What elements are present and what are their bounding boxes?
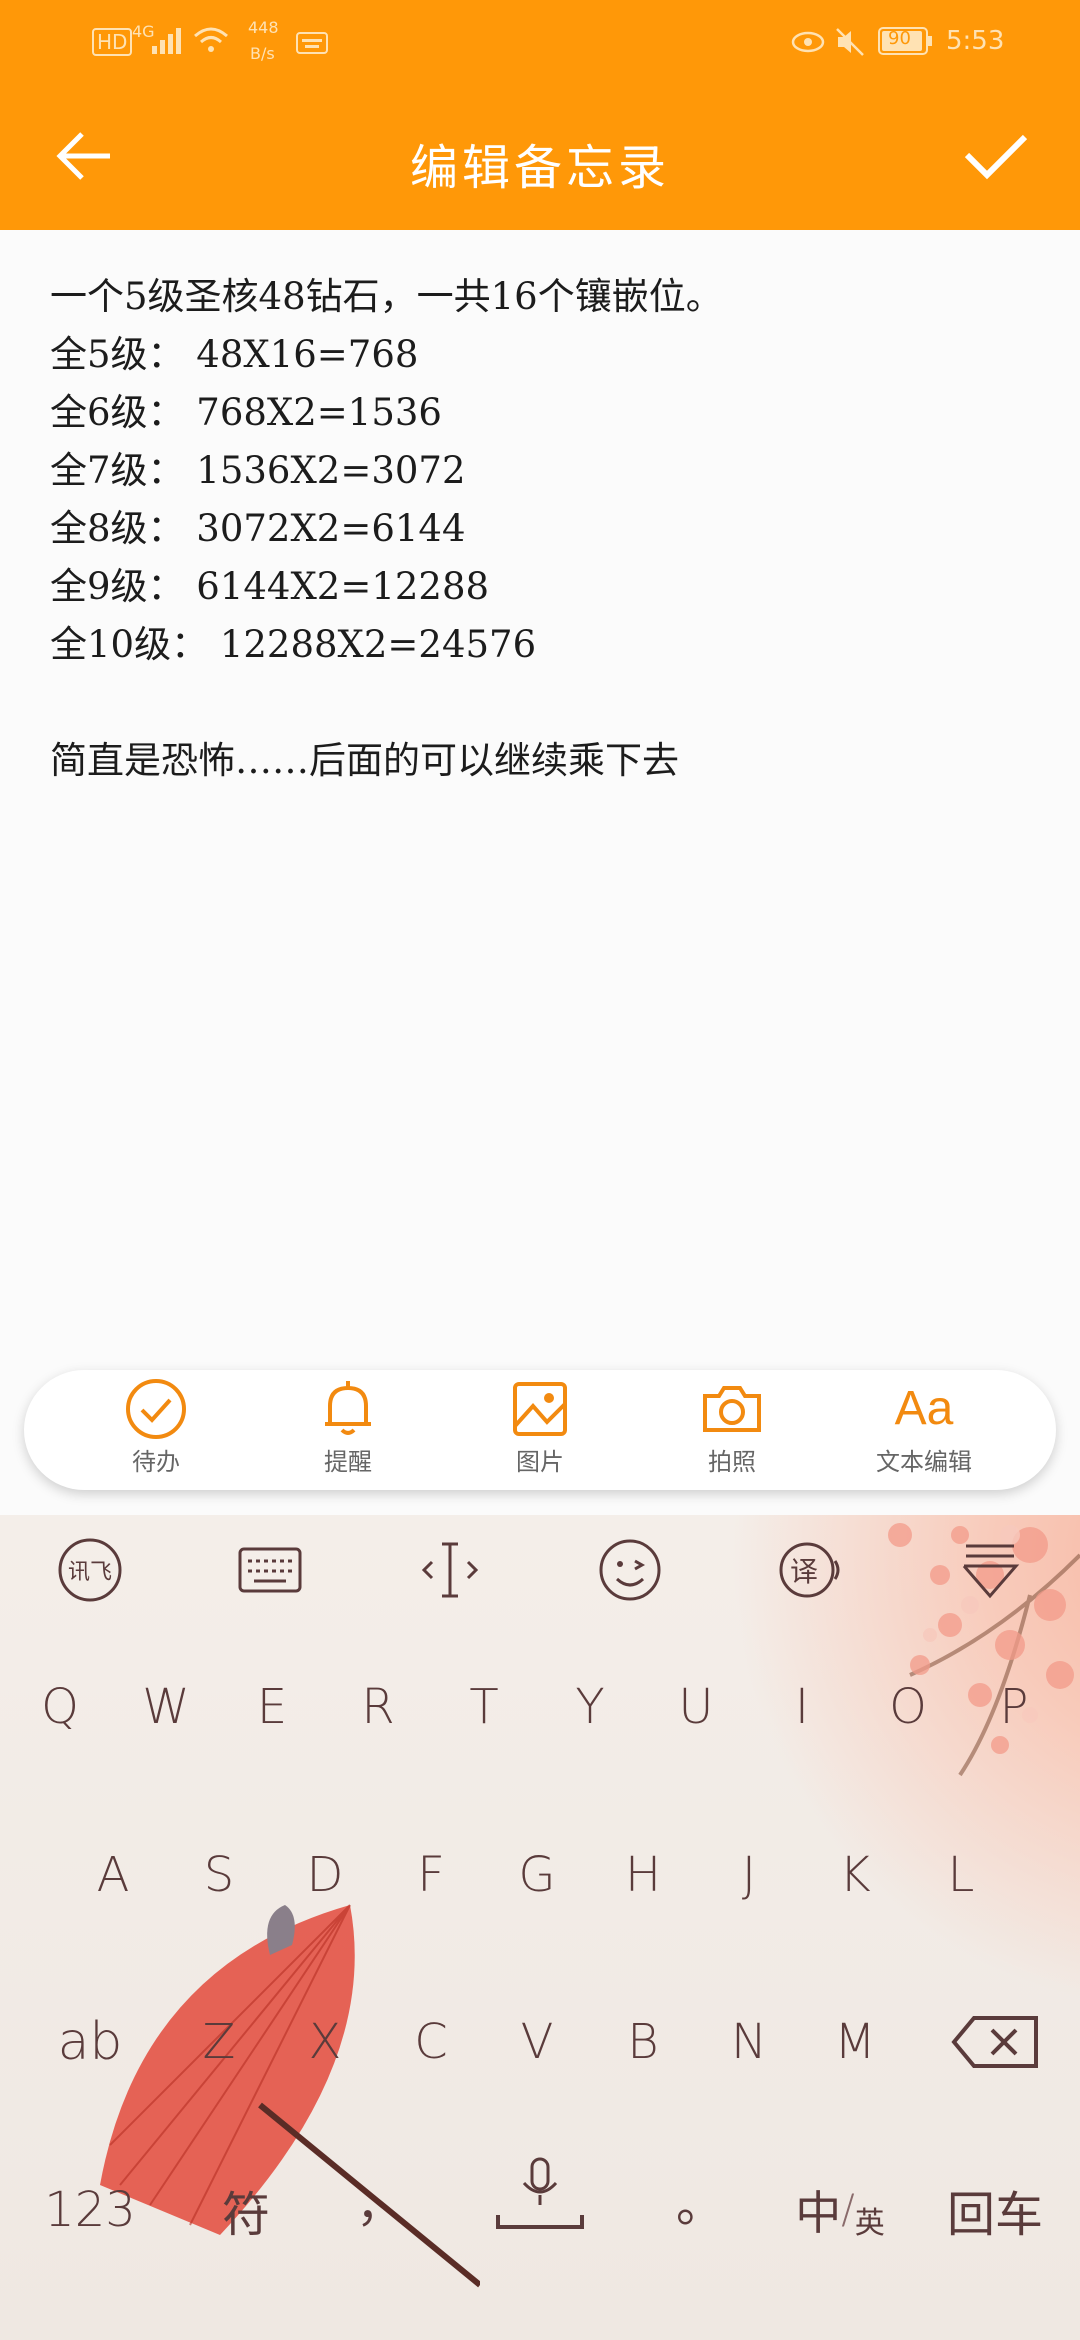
keyboard-switch-button[interactable] bbox=[220, 1520, 320, 1620]
note-line: 全9级： 6144X2=12288 bbox=[50, 565, 490, 608]
clock: 5:53 bbox=[946, 26, 1005, 56]
symbols-key[interactable]: 符 bbox=[196, 2155, 296, 2265]
image-label: 图片 bbox=[516, 1448, 564, 1476]
key-h[interactable]: H bbox=[593, 1820, 693, 1930]
text-format-label: 文本编辑 bbox=[876, 1448, 972, 1476]
translate-text: 译 bbox=[790, 1555, 819, 1588]
eye-comfort-icon bbox=[790, 28, 826, 60]
battery-icon: 90 bbox=[878, 26, 932, 55]
key-c[interactable]: C bbox=[381, 1987, 481, 2097]
keyboard-icon bbox=[238, 1547, 302, 1593]
ifly-logo-text: 讯飞 bbox=[67, 1560, 112, 1585]
key-y[interactable]: Y bbox=[540, 1652, 640, 1762]
comma-key[interactable]: ， bbox=[330, 2145, 430, 2255]
note-line: 全8级： 3072X2=6144 bbox=[50, 507, 466, 550]
cursor-button[interactable] bbox=[400, 1520, 500, 1620]
lang-cn-label: 中 bbox=[795, 2186, 842, 2240]
translate-button[interactable]: 译 bbox=[760, 1520, 860, 1620]
key-z[interactable]: Z bbox=[169, 1987, 269, 2097]
todo-label: 待办 bbox=[132, 1448, 180, 1476]
key-n[interactable]: N bbox=[699, 1987, 799, 2097]
keyboard-status-icon bbox=[296, 32, 328, 58]
lang-divider: / bbox=[841, 2187, 855, 2233]
key-a[interactable]: A bbox=[63, 1820, 163, 1930]
camera-icon bbox=[652, 1376, 812, 1442]
backspace-key[interactable] bbox=[935, 1987, 1055, 2097]
enter-key[interactable]: 回车 bbox=[930, 2155, 1060, 2265]
battery-level: 90 bbox=[888, 28, 911, 49]
key-d[interactable]: D bbox=[275, 1820, 375, 1930]
backspace-icon bbox=[951, 2016, 1038, 2068]
language-switch-key[interactable]: 中 / 英 bbox=[770, 2155, 910, 2265]
key-o[interactable]: O bbox=[858, 1652, 958, 1762]
emoji-button[interactable] bbox=[580, 1520, 680, 1620]
note-line: 全6级： 768X2=1536 bbox=[50, 391, 442, 434]
note-line: 全7级： 1536X2=3072 bbox=[50, 449, 466, 492]
key-k[interactable]: K bbox=[805, 1820, 905, 1930]
note-line: 一个5级圣核48钻石，一共16个镶嵌位。 bbox=[50, 275, 723, 318]
text-format-button[interactable]: Aa 文本编辑 bbox=[844, 1376, 1004, 1486]
collapse-keyboard-icon bbox=[962, 1544, 1020, 1599]
key-g[interactable]: G bbox=[487, 1820, 587, 1930]
key-i[interactable]: I bbox=[752, 1652, 852, 1762]
image-button[interactable]: 图片 bbox=[460, 1376, 620, 1486]
key-t[interactable]: T bbox=[434, 1652, 534, 1762]
key-j[interactable]: J bbox=[699, 1820, 799, 1930]
key-u[interactable]: U bbox=[646, 1652, 746, 1762]
key-b[interactable]: B bbox=[593, 1987, 693, 2097]
note-line: 全10级： 12288X2=24576 bbox=[50, 623, 537, 666]
space-key[interactable] bbox=[460, 2145, 620, 2255]
net-speed-value: 448 bbox=[248, 18, 279, 37]
text-format-icon: Aa bbox=[894, 1382, 954, 1435]
net-speed-unit: B/s bbox=[250, 44, 275, 63]
key-w[interactable]: W bbox=[116, 1652, 216, 1762]
microphone-space-icon bbox=[496, 2157, 584, 2229]
key-f[interactable]: F bbox=[381, 1820, 481, 1930]
note-line: 全5级： 48X16=768 bbox=[50, 333, 419, 376]
hd-badge: HD bbox=[92, 28, 133, 56]
note-toolbar: 待办 提醒 图片 拍照 Aa 文本编辑 bbox=[24, 1370, 1056, 1490]
camera-button[interactable]: 拍照 bbox=[652, 1376, 812, 1486]
shift-case-key[interactable]: ab bbox=[30, 1987, 150, 2097]
key-x[interactable]: X bbox=[275, 1987, 375, 2097]
check-icon bbox=[964, 134, 1028, 180]
wifi-icon bbox=[192, 24, 230, 60]
status-bar: HD 4G 448 B/s 90 5:53 bbox=[0, 0, 1080, 86]
numbers-key[interactable]: 123 bbox=[30, 2155, 150, 2265]
key-q[interactable]: Q bbox=[10, 1652, 110, 1762]
key-p[interactable]: P bbox=[964, 1652, 1064, 1762]
key-r[interactable]: R bbox=[328, 1652, 428, 1762]
collapse-keyboard-button[interactable] bbox=[940, 1520, 1040, 1620]
mute-icon bbox=[834, 26, 866, 62]
note-line: 简直是恐怖……后面的可以继续乘下去 bbox=[50, 739, 679, 782]
todo-button[interactable]: 待办 bbox=[76, 1376, 236, 1486]
note-editor[interactable]: 一个5级圣核48钻石，一共16个镶嵌位。 全5级： 48X16=768 全6级：… bbox=[50, 268, 1030, 790]
emoji-wink-icon bbox=[599, 1539, 661, 1601]
key-m[interactable]: M bbox=[805, 1987, 905, 2097]
camera-label: 拍照 bbox=[708, 1448, 756, 1476]
signal-icon bbox=[150, 26, 186, 60]
bell-icon bbox=[268, 1376, 428, 1442]
app-header: HD 4G 448 B/s 90 5:53 编辑备忘录 bbox=[0, 0, 1080, 230]
period-key[interactable]: 。 bbox=[650, 2145, 750, 2255]
image-icon bbox=[460, 1376, 620, 1442]
cursor-icon bbox=[421, 1542, 479, 1598]
ifly-logo-button[interactable]: 讯飞 bbox=[40, 1520, 140, 1620]
reminder-button[interactable]: 提醒 bbox=[268, 1376, 428, 1486]
ime-keyboard: 讯飞 译 Q W E R T Y U I O P A S D F G H J K… bbox=[0, 1515, 1080, 2340]
check-circle-icon bbox=[76, 1376, 236, 1442]
key-e[interactable]: E bbox=[222, 1652, 322, 1762]
note-line bbox=[50, 674, 1030, 732]
key-l[interactable]: L bbox=[911, 1820, 1011, 1930]
lang-en-label: 英 bbox=[854, 2206, 885, 2241]
key-v[interactable]: V bbox=[487, 1987, 587, 2097]
key-s[interactable]: S bbox=[169, 1820, 269, 1930]
page-title: 编辑备忘录 bbox=[409, 140, 670, 196]
confirm-button[interactable] bbox=[946, 116, 1046, 196]
reminder-label: 提醒 bbox=[324, 1448, 372, 1476]
